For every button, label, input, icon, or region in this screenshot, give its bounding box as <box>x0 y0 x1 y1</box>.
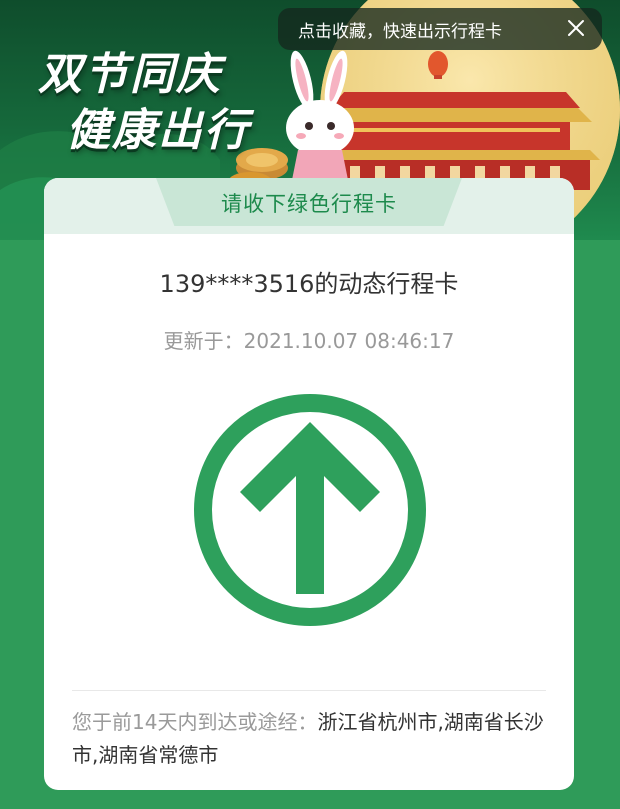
card-title: 139****3516的动态行程卡 <box>159 270 459 298</box>
updated-time: 更新于：2021.10.07 08:46:17 <box>44 325 574 354</box>
slogan-line-2: 健康出行 <box>66 105 250 156</box>
close-icon[interactable] <box>564 16 588 40</box>
updated-label: 更新于： <box>163 329 244 353</box>
route-label: 您于前14天内到达或途经： <box>72 710 318 734</box>
slogan-line-1: 双节同庆 <box>38 49 222 100</box>
route-info: 您于前14天内到达或途经：浙江省杭州市,湖南省长沙市,湖南省常德市 <box>72 706 552 772</box>
divider <box>72 690 546 691</box>
updated-value: 2021.10.07 08:46:17 <box>243 329 455 353</box>
itinerary-card: 请收下绿色行程卡 139****3516的动态行程卡 更新于：2021.10.0… <box>44 178 574 790</box>
gate-building-icon <box>310 92 600 190</box>
favorite-tip-text[interactable]: 点击收藏，快速出示行程卡 <box>298 17 502 42</box>
lantern-icon <box>428 51 448 77</box>
card-tab-label: 请收下绿色行程卡 <box>221 192 397 216</box>
green-arrow-up-icon <box>194 394 426 626</box>
favorite-tip[interactable]: 点击收藏，快速出示行程卡 <box>278 8 602 50</box>
